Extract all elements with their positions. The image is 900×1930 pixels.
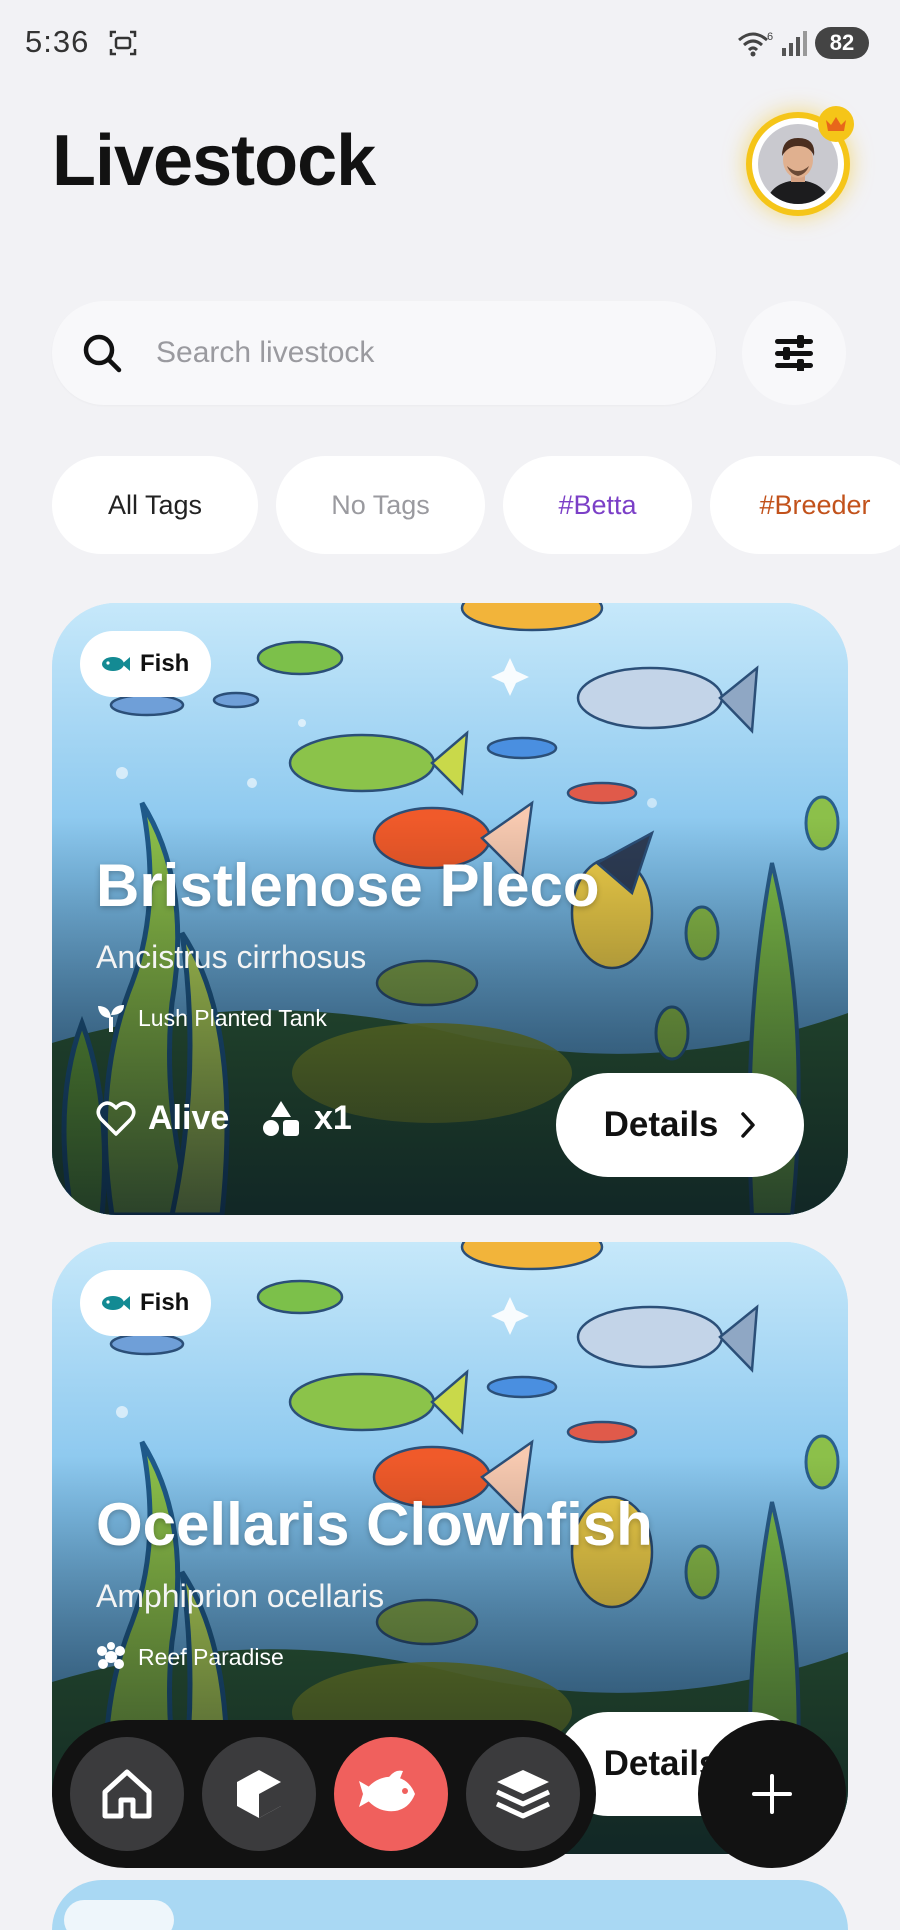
tag-label: No Tags xyxy=(331,489,430,520)
nav-layers-button[interactable] xyxy=(466,1737,580,1851)
status-indicator: Alive xyxy=(96,1099,229,1138)
scientific-name: Ancistrus cirrhosus xyxy=(96,939,367,975)
quantity-label: x1 xyxy=(314,1099,352,1137)
tank-name: Lush Planted Tank xyxy=(138,1004,327,1031)
nav-home-button[interactable] xyxy=(70,1737,184,1851)
status-bar: 5:36 6 82 xyxy=(0,0,900,86)
nav-livestock-button[interactable] xyxy=(334,1737,448,1851)
premium-badge xyxy=(818,106,854,142)
details-label: Details xyxy=(603,1105,719,1144)
page-title: Livestock xyxy=(52,121,376,201)
tag-label: All Tags xyxy=(107,489,203,520)
scientific-name: Amphiprion ocellaris xyxy=(96,1578,385,1614)
fish-icon xyxy=(102,657,130,671)
livestock-name: Ocellaris Clownfish xyxy=(96,1491,653,1558)
svg-text:6: 6 xyxy=(767,31,773,43)
livestock-name: Bristlenose Pleco xyxy=(96,852,600,919)
layers-icon xyxy=(495,1770,551,1819)
fish-icon xyxy=(359,1770,415,1812)
details-button[interactable]: Details xyxy=(556,1073,804,1177)
type-label: Fish xyxy=(140,1289,190,1316)
tag-chip-breeder[interactable]: #Breeder xyxy=(710,456,900,554)
search-input[interactable] xyxy=(156,329,676,377)
bottom-navigation xyxy=(52,1720,596,1868)
shapes-icon xyxy=(263,1100,299,1136)
type-badge xyxy=(64,1900,174,1930)
tank-name: Reef Paradise xyxy=(138,1643,284,1670)
plus-icon xyxy=(752,1774,792,1814)
chevron-right-icon xyxy=(741,1112,756,1138)
fish-icon xyxy=(102,1296,130,1310)
battery-level: 82 xyxy=(829,30,855,55)
crown-icon xyxy=(826,117,846,131)
sprout-icon xyxy=(98,1005,124,1032)
battery-indicator: 82 xyxy=(815,27,869,59)
coral-icon xyxy=(97,1642,125,1669)
status-time: 5:36 xyxy=(25,24,90,59)
nav-box-button[interactable] xyxy=(202,1737,316,1851)
livestock-card[interactable] xyxy=(52,1880,848,1930)
search-bar[interactable] xyxy=(52,301,716,405)
sliders-icon xyxy=(775,335,813,371)
tag-chip-all[interactable]: All Tags xyxy=(52,456,258,554)
tank-info: Reef Paradise xyxy=(96,1642,284,1672)
tank-info: Lush Planted Tank xyxy=(96,1003,327,1033)
tag-chip-betta[interactable]: #Betta xyxy=(503,456,692,554)
signal-icon xyxy=(782,31,807,56)
add-livestock-button[interactable] xyxy=(698,1720,846,1868)
heart-icon xyxy=(96,1100,136,1136)
tag-chip-none[interactable]: No Tags xyxy=(276,456,485,554)
box-icon xyxy=(237,1770,281,1818)
tag-label: #Betta xyxy=(558,489,637,520)
type-badge: Fish xyxy=(80,1270,212,1336)
filter-button[interactable] xyxy=(742,301,846,405)
tag-filter-row: All Tags No Tags #Betta #Breeder xyxy=(0,456,900,554)
screen-record-icon xyxy=(109,30,137,56)
type-label: Fish xyxy=(140,650,190,677)
home-icon xyxy=(102,1769,152,1819)
wifi-icon: 6 xyxy=(738,31,773,57)
livestock-card[interactable]: Fish Bristlenose Pleco Ancistrus cirrhos… xyxy=(52,603,848,1215)
tag-label: #Breeder xyxy=(759,489,871,520)
type-badge: Fish xyxy=(80,631,212,697)
quantity-indicator: x1 xyxy=(262,1099,352,1138)
search-icon xyxy=(83,334,122,373)
status-label: Alive xyxy=(148,1099,230,1137)
